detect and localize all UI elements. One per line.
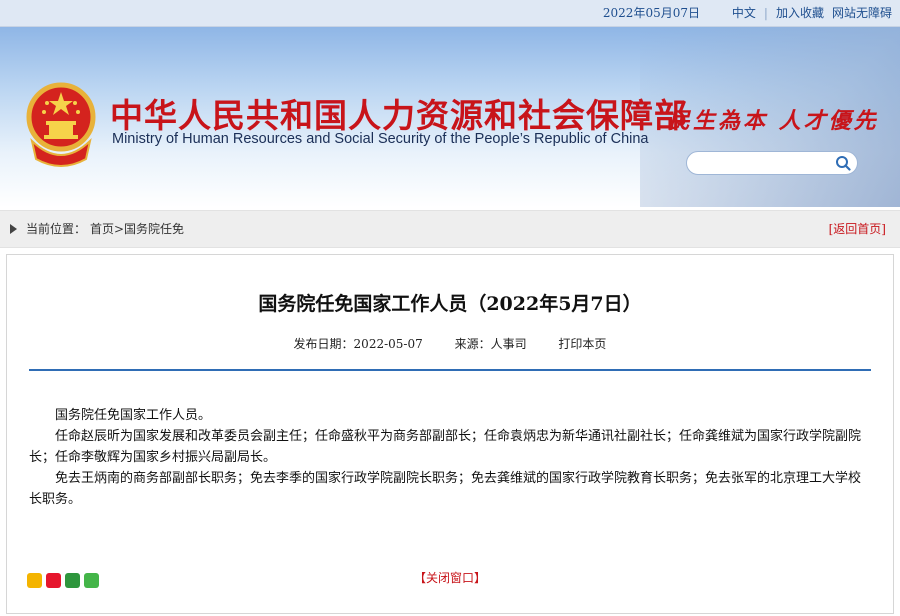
motto-calligraphy: 民生為本 人才優先 [668, 108, 879, 134]
search-input[interactable] [695, 154, 829, 172]
article-body: 国务院任免国家工作人员。 任命赵辰昕为国家发展和改革委员会副主任；任命盛秋平为商… [29, 405, 871, 510]
article-paragraph: 免去王炳南的商务部副部长职务；免去李季的国家行政学院副院长职务；免去龚维斌的国家… [29, 471, 862, 507]
search-box [686, 151, 858, 175]
top-links: 中文 | 加入收藏 网站无障碍 [732, 0, 892, 26]
breadcrumb: 当前位置： 首页>国务院任免 [返回首页] [0, 210, 900, 248]
national-emblem-icon [26, 82, 96, 167]
title-divider [29, 369, 871, 371]
article-meta: 发布日期：2022-05-07 来源：人事司 打印本页 [7, 335, 893, 352]
print-page-link[interactable]: 打印本页 [558, 337, 606, 351]
divider: | [763, 6, 768, 20]
search-icon[interactable] [835, 155, 851, 171]
top-utility-bar: 2022年05月07日 中文 | 加入收藏 网站无障碍 [0, 0, 900, 27]
breadcrumb-label: 当前位置： [26, 222, 87, 236]
current-date: 2022年05月07日 [602, 6, 700, 20]
site-header-banner: 中华人民共和国人力资源和社会保障部 Ministry of Human Reso… [0, 27, 900, 207]
close-window-link[interactable]: 【关闭窗口】 [7, 569, 893, 586]
article-panel: 国务院任免国家工作人员（2022年5月7日） 发布日期：2022-05-07 来… [6, 254, 894, 614]
publish-date: 发布日期：2022-05-07 [293, 337, 423, 351]
ministry-title-chinese: 中华人民共和国人力资源和社会保障部 [110, 96, 688, 135]
back-home-link[interactable]: [返回首页] [829, 211, 886, 247]
accessibility-link[interactable]: 网站无障碍 [832, 0, 892, 26]
article-paragraph: 任命赵辰昕为国家发展和改革委员会副主任；任命盛秋平为商务部副部长；任命袁炳忠为新… [29, 429, 862, 465]
article-source: 来源：人事司 [454, 337, 527, 351]
add-favorite-link[interactable]: 加入收藏 [776, 0, 824, 26]
play-arrow-icon [10, 224, 17, 234]
language-link[interactable]: 中文 [732, 0, 756, 26]
article-paragraph: 国务院任免国家工作人员。 [55, 408, 212, 423]
breadcrumb-path-link[interactable]: 首页>国务院任免 [90, 211, 184, 247]
ministry-title-english: Ministry of Human Resources and Social S… [112, 131, 649, 147]
article-title: 国务院任免国家工作人员（2022年5月7日） [258, 293, 642, 315]
